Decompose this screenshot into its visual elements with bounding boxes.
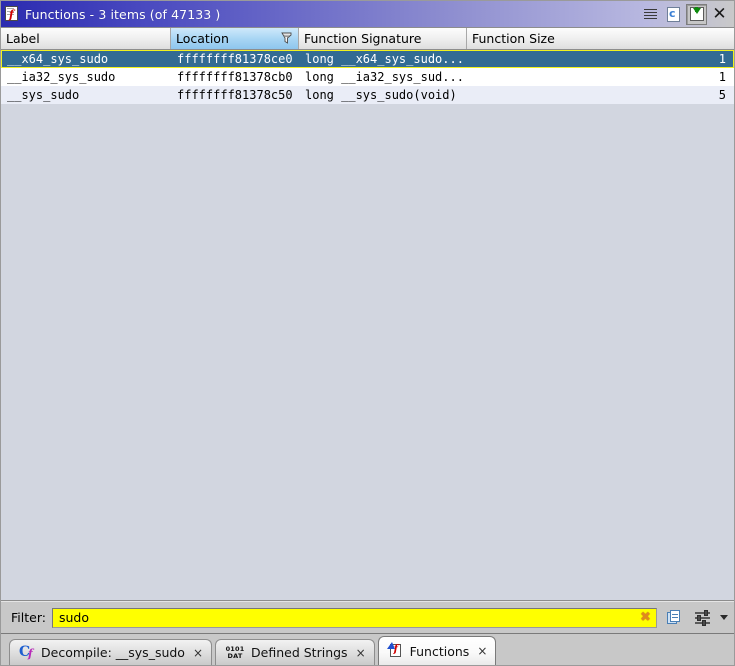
cell-size: 1 — [718, 70, 726, 84]
functions-icon — [386, 642, 404, 659]
filter-bar: Filter: sudo ✖ — [1, 601, 734, 633]
table-row[interactable]: __sys_sudo ffffffff81378c50 long __sys_s… — [1, 86, 734, 104]
tab-defined-strings-close-icon[interactable]: × — [356, 647, 366, 659]
cell-label: __ia32_sys_sudo — [7, 70, 116, 84]
column-header-location[interactable]: Location — [171, 28, 299, 49]
cell-location: ffffffff81378c50 — [177, 88, 293, 102]
data-strings-icon: 0101 DAT — [225, 644, 245, 660]
filter-input[interactable]: sudo ✖ — [51, 607, 657, 628]
filter-label: Filter: — [11, 610, 46, 625]
bottom-tabbar: Cf Decompile: __sys_sudo × 0101 DAT Defin… — [1, 633, 734, 665]
snapshot-icon[interactable] — [686, 3, 707, 25]
table-column-headers: Label Location Function Signature Functi… — [1, 28, 734, 50]
close-icon[interactable]: ✕ — [709, 4, 730, 25]
tab-decompile-close-icon[interactable]: × — [193, 647, 203, 659]
column-header-function-signature-text: Function Signature — [304, 31, 422, 46]
functions-window: f Functions - 3 items (of 47133 ) ✕ Labe… — [0, 0, 735, 666]
window-title: Functions - 3 items (of 47133 ) — [25, 6, 221, 22]
table-row[interactable]: __ia32_sys_sudo ffffffff81378cb0 long __… — [1, 68, 734, 86]
sort-filter-icon — [281, 32, 292, 44]
cell-label: __sys_sudo — [7, 88, 80, 102]
tab-decompile[interactable]: Cf Decompile: __sys_sudo × — [9, 639, 213, 665]
chevron-down-icon[interactable] — [720, 615, 728, 620]
filter-options-icon[interactable] — [691, 607, 713, 629]
filter-input-value: sudo — [58, 610, 89, 625]
copy-page-icon[interactable] — [663, 4, 684, 25]
cell-signature: long __sys_sudo(void) — [305, 88, 457, 102]
functions-table[interactable]: __x64_sys_sudo ffffffff81378ce0 long __x… — [1, 50, 734, 601]
close-icon-glyph: ✕ — [712, 3, 727, 24]
tab-functions-close-icon[interactable]: × — [477, 645, 487, 657]
cell-signature: long __x64_sys_sudo... — [305, 52, 464, 66]
titlebar-buttons: ✕ — [640, 3, 732, 25]
menu-lines-icon[interactable] — [640, 4, 661, 25]
c-decompiler-icon: Cf — [19, 644, 33, 660]
tab-functions-label: Functions — [409, 643, 470, 659]
cell-location: ffffffff81378cb0 — [177, 70, 293, 84]
tab-functions[interactable]: Functions × — [377, 636, 497, 665]
column-header-label-text: Label — [6, 31, 40, 46]
window-titlebar: f Functions - 3 items (of 47133 ) ✕ — [1, 1, 734, 28]
column-header-function-signature[interactable]: Function Signature — [299, 28, 467, 49]
table-row[interactable]: __x64_sys_sudo ffffffff81378ce0 long __x… — [1, 50, 734, 68]
tab-defined-strings-label: Defined Strings — [251, 645, 348, 660]
functions-window-icon: f — [5, 6, 20, 22]
clear-filter-icon[interactable]: ✖ — [639, 611, 652, 624]
cell-size: 5 — [718, 88, 726, 102]
cell-location: ffffffff81378ce0 — [177, 52, 293, 66]
column-header-label[interactable]: Label — [1, 28, 171, 49]
tab-defined-strings[interactable]: 0101 DAT Defined Strings × — [215, 639, 375, 665]
cell-label: __x64_sys_sudo — [7, 52, 109, 66]
tab-decompile-label: Decompile: __sys_sudo — [41, 645, 185, 660]
cell-size: 1 — [718, 52, 726, 66]
cell-signature: long __ia32_sys_sud... — [305, 70, 464, 84]
column-header-function-size[interactable]: Function Size — [467, 28, 734, 49]
column-header-location-text: Location — [176, 31, 229, 46]
column-header-function-size-text: Function Size — [472, 31, 555, 46]
copy-filter-icon[interactable] — [663, 607, 685, 629]
